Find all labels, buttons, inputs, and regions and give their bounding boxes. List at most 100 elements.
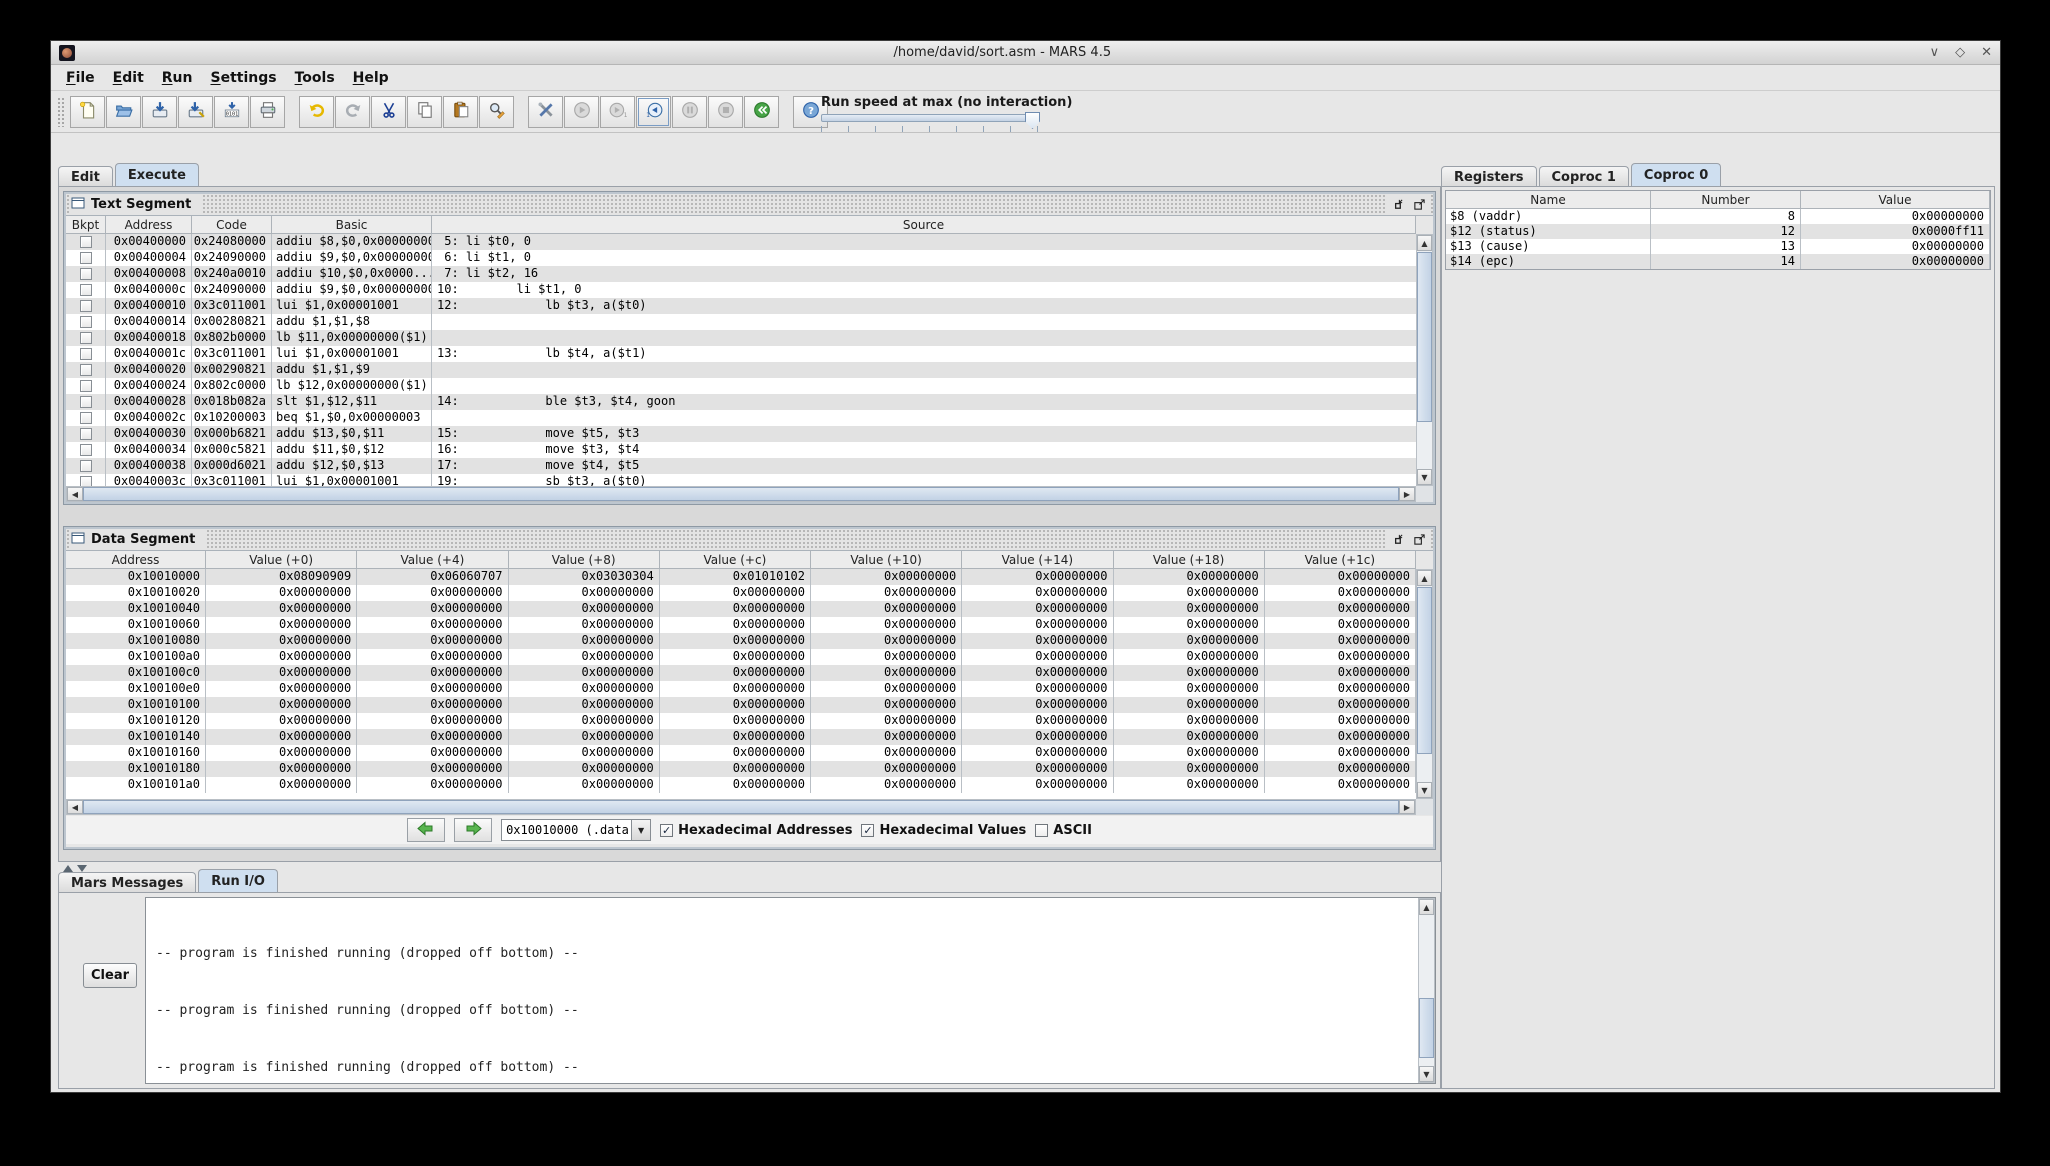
data-segment-vertical-scrollbar[interactable]: ▲ ▼ (1416, 569, 1433, 799)
run-io-output[interactable]: -- program is finished running (dropped … (145, 897, 1436, 1084)
checkbox-checked-icon[interactable]: ✓ (861, 824, 874, 837)
hexadecimal-values-checkbox[interactable]: ✓ Hexadecimal Values (861, 823, 1026, 838)
breakpoint-checkbox[interactable] (80, 444, 92, 456)
breakpoint-checkbox[interactable] (80, 348, 92, 360)
data-segment-title-bar[interactable]: Data Segment (66, 529, 1433, 551)
save-as-button[interactable] (178, 96, 213, 128)
scroll-right-icon[interactable]: ▶ (1399, 800, 1415, 814)
step-button[interactable]: 1 (600, 96, 635, 128)
breakpoint-checkbox[interactable] (80, 380, 92, 392)
scroll-right-icon[interactable]: ▶ (1399, 487, 1415, 501)
title-bar[interactable]: /home/david/sort.asm - MARS 4.5 ∨ ◇ ✕ (51, 41, 2000, 65)
scroll-left-icon[interactable]: ◀ (67, 487, 83, 501)
cut-button[interactable] (371, 96, 406, 128)
scroll-up-icon[interactable]: ▲ (1417, 570, 1432, 586)
text-segment-title-bar[interactable]: Text Segment (66, 194, 1433, 216)
scroll-left-icon[interactable]: ◀ (67, 800, 83, 814)
open-file-button[interactable] (106, 96, 141, 128)
run-speed-slider[interactable] (821, 114, 1039, 122)
toolbar-drag-handle[interactable] (57, 97, 66, 127)
dump-memory-button[interactable]: 0101 (214, 96, 249, 128)
undo-button[interactable] (299, 96, 334, 128)
scroll-down-icon[interactable]: ▼ (1417, 469, 1432, 485)
clear-button[interactable]: Clear (83, 963, 137, 988)
text-segment-row: 0x00400014 0x00280821 addu $1,$1,$8 (66, 314, 1416, 330)
breakpoint-checkbox[interactable] (80, 364, 92, 376)
save-button[interactable] (142, 96, 177, 128)
text-segment-vertical-scrollbar[interactable]: ▲ ▼ (1416, 234, 1433, 486)
reset-button[interactable] (744, 96, 779, 128)
breakpoint-checkbox[interactable] (80, 300, 92, 312)
chevron-down-icon[interactable]: ▼ (631, 820, 650, 840)
stop-button[interactable] (708, 96, 743, 128)
menu-item[interactable]: Settings (201, 68, 285, 88)
scroll-down-icon[interactable]: ▼ (1417, 782, 1432, 798)
breakpoint-checkbox[interactable] (80, 252, 92, 264)
backstep-button[interactable]: 1 (636, 96, 671, 128)
scroll-up-icon[interactable]: ▲ (1419, 899, 1434, 915)
text-segment-horizontal-scrollbar[interactable]: ◀ ▶ (66, 486, 1416, 502)
tab-execute[interactable]: Execute (115, 163, 199, 187)
basic-cell: lb $12,0x00000000($1) (272, 378, 432, 394)
tab-mars-messages[interactable]: Mars Messages (58, 872, 196, 893)
find-replace-button[interactable] (479, 96, 514, 128)
frame-restore-icon[interactable] (1389, 197, 1406, 213)
maximize-icon[interactable]: ◇ (1955, 45, 1965, 60)
column-header-code: Code (192, 216, 272, 234)
register-name-cell: $14 (epc) (1446, 254, 1651, 269)
breakpoint-checkbox[interactable] (80, 316, 92, 328)
frame-maximize-icon[interactable] (1411, 532, 1428, 548)
text-segment-row: 0x00400010 0x3c011001 lui $1,0x00001001 … (66, 298, 1416, 314)
assemble-button[interactable] (528, 96, 563, 128)
breakpoint-checkbox[interactable] (80, 460, 92, 472)
redo-button[interactable] (335, 96, 370, 128)
run-button[interactable] (564, 96, 599, 128)
menu-item[interactable]: Run (153, 68, 202, 88)
print-button[interactable] (250, 96, 285, 128)
breakpoint-checkbox[interactable] (80, 396, 92, 408)
tab-run-io[interactable]: Run I/O (198, 869, 278, 893)
memory-address-select[interactable]: 0x10010000 (.data) ▼ (501, 819, 651, 841)
menu-bar: File Edit Run Settings Tools Help (51, 65, 2000, 91)
ascii-checkbox[interactable]: ASCII (1035, 823, 1092, 838)
scrollbar-thumb[interactable] (1419, 998, 1434, 1058)
tab-registers[interactable]: Registers (1441, 166, 1537, 187)
tab-coproc0[interactable]: Coproc 0 (1631, 163, 1721, 187)
breakpoint-checkbox[interactable] (80, 476, 92, 486)
scrollbar-thumb[interactable] (1417, 252, 1432, 422)
menu-item[interactable]: Edit (104, 68, 153, 88)
menu-item[interactable]: File (57, 68, 104, 88)
scroll-up-icon[interactable]: ▲ (1417, 235, 1432, 251)
breakpoint-checkbox[interactable] (80, 268, 92, 280)
paste-button[interactable] (443, 96, 478, 128)
menu-item[interactable]: Help (344, 68, 398, 88)
next-memory-button[interactable] (454, 818, 492, 842)
breakpoint-checkbox[interactable] (80, 332, 92, 344)
close-icon[interactable]: ✕ (1981, 45, 1992, 60)
hexadecimal-addresses-checkbox[interactable]: ✓ Hexadecimal Addresses (660, 823, 852, 838)
prev-memory-button[interactable] (407, 818, 445, 842)
checkbox-checked-icon[interactable]: ✓ (660, 824, 673, 837)
tab-edit[interactable]: Edit (58, 166, 113, 187)
scrollbar-thumb[interactable] (83, 487, 1399, 501)
scroll-down-icon[interactable]: ▼ (1419, 1066, 1434, 1082)
checkbox-unchecked-icon[interactable] (1035, 824, 1048, 837)
pause-button[interactable] (672, 96, 707, 128)
scrollbar-thumb[interactable] (1417, 587, 1432, 754)
tab-coproc1[interactable]: Coproc 1 (1539, 166, 1629, 187)
new-file-button[interactable] (70, 96, 105, 128)
menu-item[interactable]: Tools (286, 68, 344, 88)
column-header-value18: Value (+18) (1114, 551, 1265, 569)
frame-restore-icon[interactable] (1389, 532, 1406, 548)
breakpoint-checkbox[interactable] (80, 236, 92, 248)
minimize-icon[interactable]: ∨ (1930, 45, 1940, 60)
breakpoint-checkbox[interactable] (80, 412, 92, 424)
frame-maximize-icon[interactable] (1411, 197, 1428, 213)
value-cell: 0x00000000 (962, 761, 1113, 777)
copy-button[interactable] (407, 96, 442, 128)
breakpoint-checkbox[interactable] (80, 428, 92, 440)
data-segment-horizontal-scrollbar[interactable]: ◀ ▶ (66, 799, 1416, 815)
breakpoint-checkbox[interactable] (80, 284, 92, 296)
scrollbar-thumb[interactable] (83, 800, 1399, 814)
run-io-vertical-scrollbar[interactable]: ▲ ▼ (1418, 898, 1435, 1083)
